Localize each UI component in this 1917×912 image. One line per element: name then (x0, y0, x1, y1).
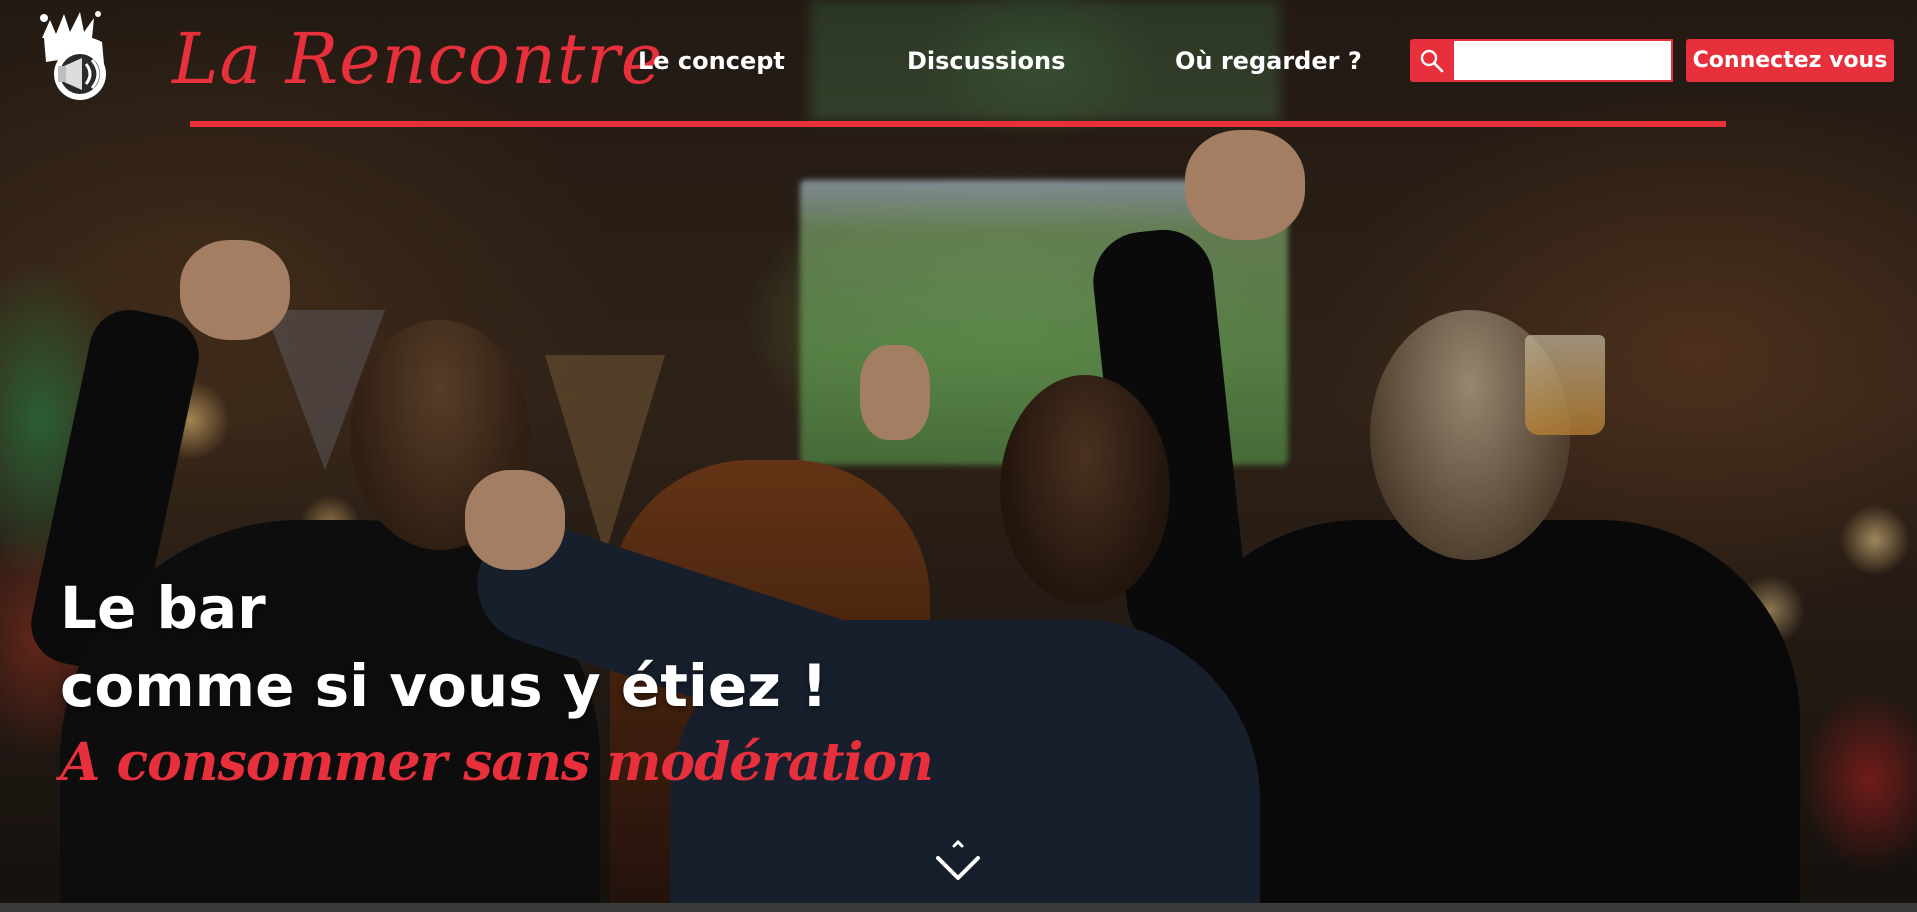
chevron-down-icon[interactable] (932, 839, 984, 886)
hero-heading-line-2: comme si vous y étiez ! (60, 652, 828, 720)
search-input[interactable] (1454, 39, 1673, 82)
nav-le-concept[interactable]: Le concept (638, 44, 785, 78)
search-icon (1420, 49, 1444, 72)
hero-tagline: A consommer sans modération (60, 732, 934, 793)
header-divider (190, 121, 1726, 127)
brand-name[interactable]: La Rencontre (172, 18, 663, 100)
bottom-bar (0, 903, 1917, 912)
logo-megaphone-icon[interactable] (34, 8, 122, 104)
hero-heading-line-1: Le bar (60, 574, 266, 642)
login-button[interactable]: Connectez vous (1686, 39, 1894, 82)
search-button[interactable] (1410, 39, 1454, 82)
nav-discussions[interactable]: Discussions (907, 44, 1065, 78)
nav-ou-regarder[interactable]: Où regarder ? (1175, 44, 1362, 78)
